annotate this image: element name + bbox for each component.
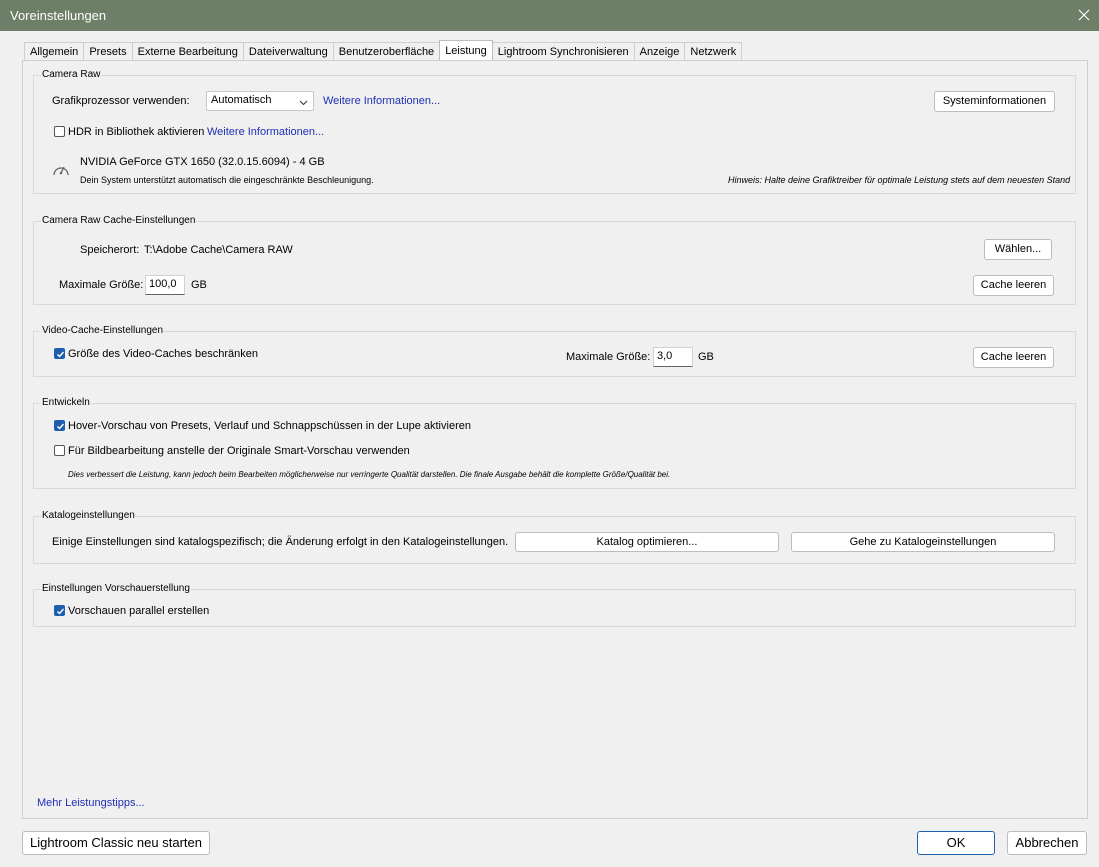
restart-button[interactable]: Lightroom Classic neu starten (22, 831, 210, 855)
tab-leistung[interactable]: Leistung (439, 40, 493, 60)
video-cache-max-size-label: Maximale Größe: (566, 351, 651, 363)
smart-preview-label: Für Bildbearbeitung anstelle der Origina… (68, 445, 410, 457)
clear-video-cache-button[interactable]: Cache leeren (973, 347, 1054, 368)
ok-button[interactable]: OK (917, 831, 995, 855)
gpu-select[interactable]: Automatisch (206, 91, 314, 111)
tab-dateiverwaltung[interactable]: Dateiverwaltung (242, 42, 334, 60)
cache-title: Camera Raw Cache-Einstellungen (41, 215, 197, 226)
develop-title: Entwickeln (41, 397, 91, 408)
catalog-text: Einige Einstellungen sind katalogspezifi… (52, 536, 509, 548)
cache-location-value: T:\Adobe Cache\Camera RAW (144, 244, 293, 256)
develop-note: Dies verbessert die Leistung, kann jedoc… (68, 470, 671, 479)
tab-allgemein[interactable]: Allgemein (24, 42, 85, 60)
camera-raw-title: Camera Raw (41, 69, 102, 80)
choose-location-button[interactable]: Wählen... (984, 239, 1052, 260)
video-cache-title: Video-Cache-Einstellungen (41, 325, 165, 336)
tab-externe-bearbeitung[interactable]: Externe Bearbeitung (131, 42, 244, 60)
preview-title: Einstellungen Vorschauerstellung (41, 583, 191, 594)
optimize-catalog-button[interactable]: Katalog optimieren... (515, 532, 779, 552)
speedometer-icon (52, 162, 70, 181)
video-cache-limit-checkbox[interactable] (54, 348, 65, 359)
gpu-status: Dein System unterstützt automatisch die … (80, 175, 374, 185)
catalog-title: Katalogeinstellungen (41, 510, 136, 521)
tab-presets[interactable]: Presets (83, 42, 133, 60)
title-bar: Voreinstellungen (0, 0, 1099, 31)
parallel-preview-checkbox[interactable] (54, 605, 65, 616)
hdr-label: HDR in Bibliothek aktivieren (68, 126, 205, 138)
tab-lightroom-synchronisieren[interactable]: Lightroom Synchronisieren (491, 42, 635, 60)
more-tips-link[interactable]: Mehr Leistungstipps... (37, 797, 145, 809)
video-cache-limit-label: Größe des Video-Caches beschränken (68, 348, 258, 360)
tab-anzeige[interactable]: Anzeige (633, 42, 686, 60)
clear-cache-button[interactable]: Cache leeren (973, 275, 1054, 296)
driver-hint: Hinweis: Halte deine Grafiktreiber für o… (728, 175, 1071, 185)
hover-preview-label: Hover-Vorschau von Presets, Verlauf und … (68, 420, 471, 432)
gpu-label: Grafikprozessor verwenden: (52, 95, 190, 107)
tab-netzwerk[interactable]: Netzwerk (684, 42, 743, 60)
hdr-checkbox[interactable] (54, 126, 65, 137)
video-cache-unit: GB (698, 351, 714, 363)
tab-benutzeroberflaeche[interactable]: Benutzeroberfläche (332, 42, 441, 60)
cache-max-size-label: Maximale Größe: (59, 279, 144, 291)
system-info-button[interactable]: Systeminformationen (934, 91, 1055, 112)
hover-preview-checkbox[interactable] (54, 420, 65, 431)
window-title: Voreinstellungen (10, 8, 107, 23)
close-icon[interactable] (1073, 4, 1095, 26)
cache-max-size-input[interactable]: 100,0 (145, 275, 185, 295)
goto-catalog-settings-button[interactable]: Gehe zu Katalogeinstellungen (791, 532, 1055, 552)
cache-unit: GB (191, 279, 207, 291)
gpu-name: NVIDIA GeForce GTX 1650 (32.0.15.6094) -… (80, 156, 325, 168)
parallel-preview-label: Vorschauen parallel erstellen (68, 605, 210, 617)
cache-group (33, 221, 1076, 305)
video-cache-max-size-input[interactable]: 3,0 (653, 347, 693, 367)
more-info-link-gpu[interactable]: Weitere Informationen... (323, 95, 440, 107)
smart-preview-checkbox[interactable] (54, 445, 65, 456)
more-info-link-hdr[interactable]: Weitere Informationen... (207, 126, 324, 138)
gpu-select-value: Automatisch (211, 94, 272, 106)
tab-bar: Allgemein Presets Externe Bearbeitung Da… (24, 40, 743, 61)
chevron-down-icon (299, 97, 308, 109)
cancel-button[interactable]: Abbrechen (1007, 831, 1087, 855)
cache-location-label: Speicherort: (80, 244, 140, 256)
